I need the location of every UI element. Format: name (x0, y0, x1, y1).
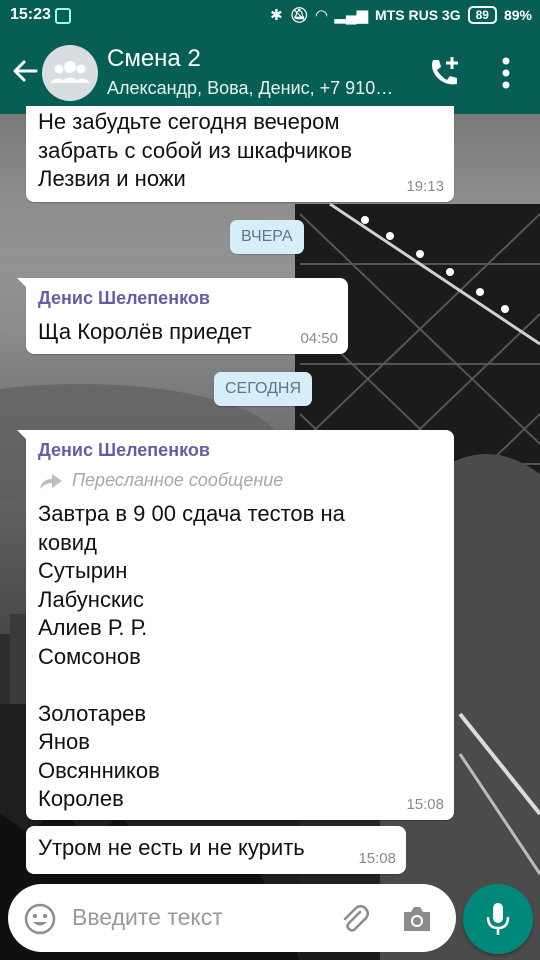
microphone-icon (486, 903, 510, 935)
carrier-label: MTS RUS 3G (375, 7, 461, 23)
voice-record-button[interactable] (463, 884, 533, 954)
message-bubble[interactable]: Не забудьте сегодня вечером забрать с со… (26, 106, 454, 202)
battery-percent: 89% (503, 7, 532, 23)
group-avatar[interactable] (42, 45, 98, 101)
battery-icon: 89 (467, 6, 497, 24)
chat-title[interactable]: Смена 2 (107, 45, 201, 73)
message-time: 15:08 (358, 850, 396, 867)
notification-app-icon (55, 8, 71, 24)
forwarded-label: Пересланное сообщение (72, 470, 284, 490)
emoji-icon[interactable] (24, 903, 56, 935)
date-separator-yesterday: ВЧЕРА (230, 220, 304, 254)
add-call-icon[interactable] (424, 52, 464, 92)
status-right-group: ✱ 🔕︎ ◠ ▂▄▆ MTS RUS 3G 89 89% (270, 6, 532, 24)
sender-name[interactable]: Денис Шелепенков (38, 288, 210, 309)
message-text: Завтра в 9 00 сдача тестов на ковид Суты… (38, 501, 345, 811)
status-time: 15:23 (10, 6, 51, 23)
message-bubble-forwarded[interactable]: Денис Шелепенков Пересланное сообщение З… (17, 430, 454, 820)
forward-arrow-icon (40, 473, 62, 489)
message-input[interactable]: Введите текст (72, 904, 223, 931)
sender-name[interactable]: Денис Шелепенков (38, 440, 210, 461)
forwarded-row: Пересланное сообщение (38, 470, 283, 491)
mute-bell-icon: 🔕︎ (289, 7, 309, 24)
message-bubble[interactable]: Утром не есть и не курить 15:08 (26, 826, 406, 874)
more-options-icon[interactable] (496, 54, 516, 92)
group-people-icon (50, 61, 90, 83)
bluetooth-icon: ✱ (270, 7, 283, 24)
bubble-tail (17, 430, 29, 442)
message-time: 15:08 (406, 796, 444, 813)
back-arrow-icon[interactable] (8, 54, 42, 88)
bubble-tail (17, 278, 29, 290)
message-text: Ща Королёв приедет (38, 319, 252, 344)
message-time: 19:13 (406, 178, 444, 195)
signal-icon: ▂▄▆ (334, 7, 369, 24)
message-composer: Введите текст (8, 884, 456, 952)
message-time: 04:50 (300, 330, 338, 347)
paperclip-icon[interactable] (338, 902, 370, 934)
status-bar: 15:23 ✱ 🔕︎ ◠ ▂▄▆ MTS RUS 3G 89 89% (0, 0, 540, 32)
date-separator-today: СЕГОДНЯ (214, 372, 313, 406)
chat-participants[interactable]: Александр, Вова, Денис, +7 910… (107, 78, 393, 99)
message-bubble[interactable]: Денис Шелепенков Ща Королёв приедет 04:5… (17, 278, 348, 354)
message-text: Не забудьте сегодня вечером забрать с со… (38, 109, 353, 191)
chat-header: Смена 2 Александр, Вова, Денис, +7 910… (0, 32, 540, 114)
wifi-icon: ◠ (315, 7, 328, 24)
message-text: Утром не есть и не курить (38, 835, 305, 860)
camera-icon[interactable] (400, 904, 434, 934)
